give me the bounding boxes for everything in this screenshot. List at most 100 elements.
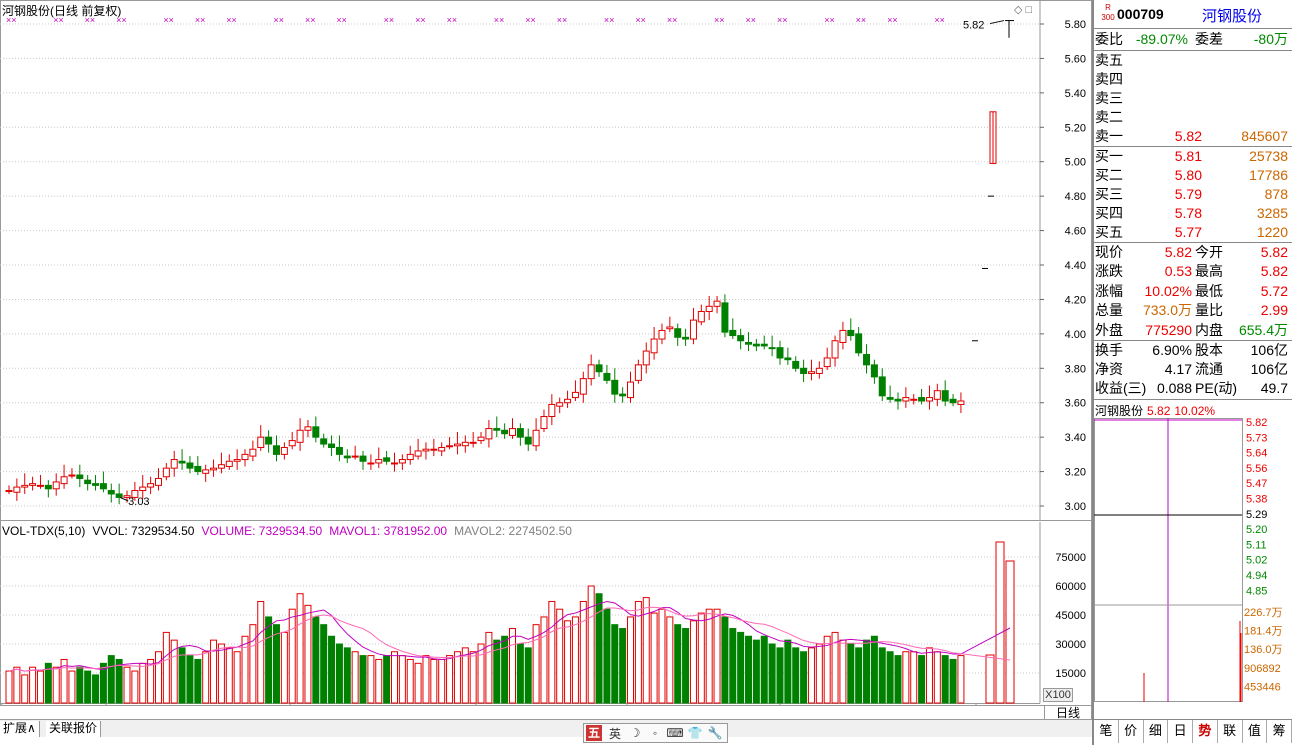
candle-body bbox=[280, 446, 288, 455]
ime-toolbar[interactable]: 五 英 ☽ ◦ ⌨ 👕 🔧 bbox=[583, 723, 728, 743]
candle-body bbox=[320, 438, 328, 445]
candle-body bbox=[823, 357, 831, 368]
mini-price-tick: 5.47 bbox=[1246, 478, 1267, 490]
event-marker: ×× bbox=[824, 15, 835, 25]
candle-body bbox=[807, 371, 815, 374]
volume-bar bbox=[855, 647, 863, 704]
volume-bar bbox=[949, 658, 957, 704]
candle-body bbox=[272, 445, 280, 455]
event-marker: ×× bbox=[273, 15, 284, 25]
event-marker: ×× bbox=[305, 15, 316, 25]
event-marker: ×× bbox=[887, 15, 898, 25]
volume-bar bbox=[587, 585, 595, 704]
expand-tab[interactable]: 扩展∧ bbox=[0, 721, 40, 737]
stock-name[interactable]: 河钢股份 bbox=[1202, 5, 1262, 26]
candle-body bbox=[76, 474, 84, 479]
volume-bar bbox=[225, 647, 233, 704]
ime-lang-toggle[interactable]: 英 bbox=[605, 725, 625, 742]
mini-price-tick: 5.02 bbox=[1246, 555, 1267, 567]
volume-bar bbox=[328, 635, 336, 704]
volume-bar bbox=[941, 655, 949, 704]
volume-bar bbox=[878, 647, 886, 704]
ime-logo-icon[interactable]: 五 bbox=[586, 725, 602, 741]
quote-tab-细[interactable]: 细 bbox=[1144, 720, 1169, 743]
volume-bar bbox=[697, 612, 705, 704]
ime-punct-icon[interactable]: ◦ bbox=[645, 726, 665, 740]
volume-bar bbox=[564, 620, 572, 704]
candle-body bbox=[343, 455, 351, 459]
related-quotes-tab[interactable]: 关联报价 bbox=[46, 721, 102, 737]
price-tick-label: 5.40 bbox=[1065, 88, 1086, 100]
ime-keyboard-icon[interactable]: ⌨ bbox=[665, 726, 685, 740]
quote-tab-值[interactable]: 值 bbox=[1243, 720, 1268, 743]
event-marker: ×× bbox=[447, 15, 458, 25]
candle-body bbox=[288, 440, 296, 447]
price-tick-label: 3.40 bbox=[1065, 432, 1086, 444]
event-marker: ×× bbox=[195, 15, 206, 25]
candle-body bbox=[603, 372, 611, 381]
volume-bar bbox=[807, 647, 815, 704]
volume-bar bbox=[823, 635, 831, 704]
candle-body bbox=[84, 479, 92, 485]
candle-body bbox=[422, 448, 430, 452]
event-marker: ×× bbox=[667, 15, 678, 25]
candle-body bbox=[115, 493, 123, 498]
candle-body bbox=[477, 436, 485, 442]
stock-terminal: 5.80 5.60 5.40 5.20 5.00 4.80 4.60 4.40 4.20 4.00… bbox=[0, 0, 1292, 745]
event-marker: ×× bbox=[557, 15, 568, 25]
price-tick-label: 5.00 bbox=[1065, 157, 1086, 169]
volume-bar bbox=[863, 639, 871, 704]
candle-body bbox=[768, 347, 776, 350]
volume-bar bbox=[666, 616, 674, 704]
volume-bar bbox=[682, 628, 690, 704]
volume-indicator-name[interactable]: VOL-TDX(5,10) bbox=[2, 524, 85, 538]
intraday-mini-chart[interactable]: 5.82 5.73 5.64 5.56 5.47 5.38 5.29 5.20 5.11 5.02… bbox=[1094, 418, 1292, 718]
volume-bar bbox=[634, 600, 642, 704]
candle-body bbox=[524, 436, 532, 445]
price-tick-label: 4.00 bbox=[1065, 329, 1086, 341]
candle-body bbox=[949, 398, 957, 404]
quote-tab-势[interactable]: 势 bbox=[1193, 720, 1218, 743]
candle-body bbox=[383, 457, 391, 462]
bottom-toolbar: 扩展∧ 关联报价 bbox=[0, 719, 1092, 737]
candle-body bbox=[60, 476, 68, 485]
volume-unit-label: X100 bbox=[1043, 688, 1073, 702]
volume-bar bbox=[705, 608, 713, 704]
candle-body bbox=[634, 364, 642, 381]
quote-tab-筹[interactable]: 筹 bbox=[1267, 720, 1292, 743]
candle-body bbox=[359, 455, 367, 462]
volume-bar bbox=[721, 616, 729, 704]
volume-bar bbox=[453, 651, 461, 704]
quote-tab-价[interactable]: 价 bbox=[1119, 720, 1144, 743]
quote-tab-日[interactable]: 日 bbox=[1168, 720, 1193, 743]
mini-price-tick: 5.20 bbox=[1246, 524, 1267, 536]
price-tick-label: 4.40 bbox=[1065, 260, 1086, 272]
ime-moon-icon[interactable]: ☽ bbox=[625, 726, 645, 740]
ask-row: 卖二 bbox=[1095, 109, 1123, 125]
quote-tab-笔[interactable]: 笔 bbox=[1094, 720, 1119, 743]
quote-tab-联[interactable]: 联 bbox=[1218, 720, 1243, 743]
candle-body bbox=[595, 364, 603, 373]
candle-body bbox=[154, 477, 162, 486]
kline-chart[interactable]: 5.80 5.60 5.40 5.20 5.00 4.80 4.60 4.40 4.20 4.00… bbox=[0, 0, 1092, 706]
candle-body bbox=[52, 481, 60, 490]
volume-bar bbox=[139, 662, 147, 704]
volume-bar bbox=[241, 635, 249, 704]
quote-panel-tabs: 笔价细日势联值筹 bbox=[1094, 719, 1292, 743]
stat-row: 换手 6.90% 股本 106亿 bbox=[1095, 342, 1288, 358]
candle-body bbox=[147, 483, 155, 488]
ime-skin-icon[interactable]: 👕 bbox=[685, 726, 705, 740]
event-marker: ×× bbox=[336, 15, 347, 25]
ime-settings-icon[interactable]: 🔧 bbox=[705, 726, 725, 740]
chart-corner-icons[interactable]: ◇□ bbox=[1014, 3, 1035, 16]
volume-bar bbox=[619, 628, 627, 704]
volume-bar bbox=[745, 635, 753, 704]
candle-body bbox=[13, 486, 21, 493]
stat-row: 现价 5.82 今开 5.82 bbox=[1095, 244, 1288, 260]
volume-bar bbox=[107, 655, 115, 704]
candle-body bbox=[509, 428, 516, 436]
mini-volume-tick: 136.0万 bbox=[1244, 644, 1283, 656]
candle-body bbox=[351, 455, 359, 458]
volume-bar bbox=[776, 647, 784, 704]
candle-body bbox=[446, 445, 454, 448]
